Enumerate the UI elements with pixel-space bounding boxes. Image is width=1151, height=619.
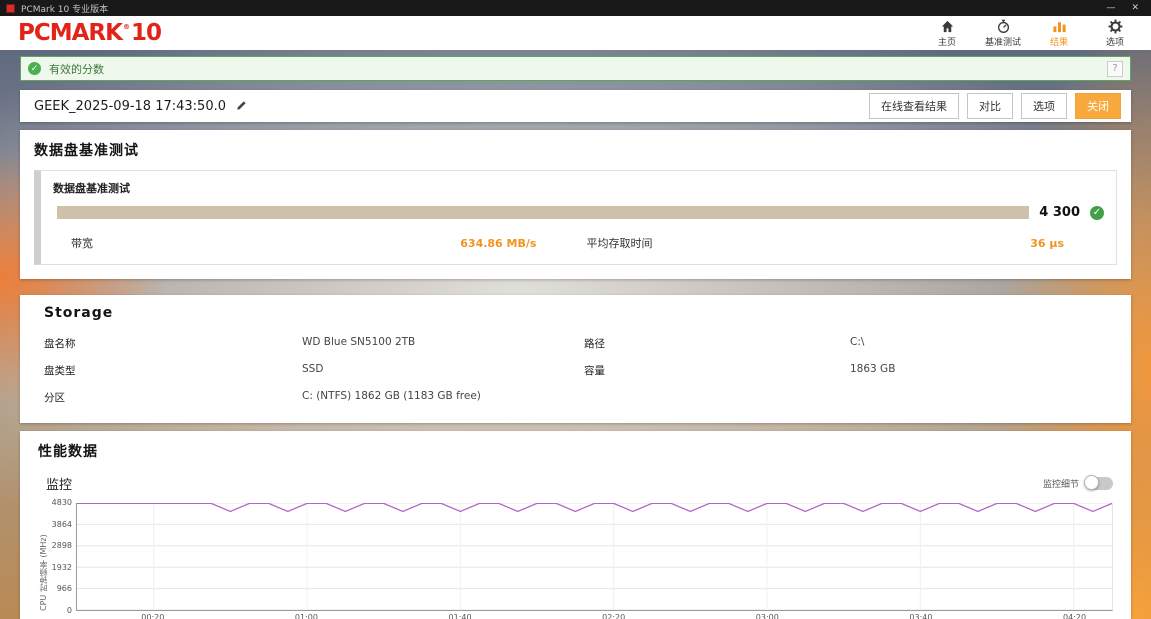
storage-row: 盘类型 SSD 容量 1863 GB	[44, 357, 1107, 384]
y-tick-label: 0	[66, 606, 72, 615]
view-online-button[interactable]: 在线查看结果	[869, 93, 959, 119]
capacity-label: 容量	[584, 365, 605, 377]
score-bar-fill	[57, 206, 1030, 219]
logo-number: 10	[130, 19, 162, 46]
valid-score-text: 有效的分数	[49, 62, 104, 76]
storage-row: 分区 C: (NTFS) 1862 GB (1183 GB free)	[44, 384, 1107, 411]
check-circle-icon: ✓	[28, 62, 41, 75]
nav-benchmarks-label: 基准测试	[984, 37, 1021, 48]
stopwatch-icon	[997, 19, 1009, 33]
x-tick-label: 01:40	[448, 613, 472, 619]
y-tick-label: 1932	[51, 562, 72, 572]
storage-section-title: Storage	[44, 305, 114, 321]
partition-value: C: (NTFS) 1862 GB (1183 GB free)	[302, 390, 481, 402]
registered-mark: ®	[122, 22, 130, 31]
x-tick-label: 00:20	[141, 613, 165, 619]
x-tick-label: 04:20	[1063, 613, 1087, 619]
monitor-detail-label: 监控细节	[1042, 480, 1079, 490]
benchmark-section: 数据盘基准测试 数据盘基准测试 4 300 ✓ 带宽 634.86 MB/s 平…	[20, 130, 1131, 279]
app-icon	[6, 3, 15, 13]
drive-name-value: WD Blue SN5100 2TB	[302, 336, 416, 348]
y-tick-label: 966	[56, 584, 72, 594]
drive-type-label: 盘类型	[44, 365, 76, 377]
window-titlebar: PCMark 10 专业版本 — ✕	[0, 0, 1151, 16]
partition-label: 分区	[44, 392, 65, 404]
path-value: C:\	[850, 336, 865, 348]
performance-section: 性能数据 监控 监控细节 CPU 时钟频率 (MHz) 4830 3864 2898…	[20, 431, 1131, 619]
monitor-chart: CPU 时钟频率 (MHz) 4830 3864 2898 1932 966 0 00:2…	[38, 499, 1113, 619]
benchmark-card-title: 数据盘基准测试	[53, 182, 130, 195]
path-label: 路径	[584, 338, 605, 350]
y-axis-labels: 4830 3864 2898 1932 966 0	[49, 499, 76, 615]
performance-section-title: 性能数据	[38, 444, 98, 460]
main-nav: 主页 基准测试 结果 选项	[927, 19, 1135, 48]
drive-name-label: 盘名称	[44, 338, 76, 350]
window-title: PCMark 10 专业版本	[21, 4, 109, 15]
options-button[interactable]: 选项	[1021, 93, 1067, 119]
monitor-detail-toggle[interactable]	[1084, 475, 1113, 490]
score-value: 4 300	[1039, 205, 1080, 220]
benchmark-result-card: 数据盘基准测试 4 300 ✓ 带宽 634.86 MB/s 平均存取时间 36…	[34, 170, 1117, 265]
monitor-title: 监控	[46, 478, 73, 493]
x-tick-label: 03:00	[755, 613, 779, 619]
metric-bandwidth-label: 带宽	[71, 237, 93, 250]
y-axis-title: CPU 时钟频率 (MHz)	[39, 534, 48, 611]
nav-options-label: 选项	[1105, 37, 1124, 48]
home-icon	[941, 20, 953, 32]
edit-title-button[interactable]	[235, 100, 247, 112]
x-tick-label: 02:20	[602, 613, 626, 619]
app-header: PCMARK ® 10 主页 基准测试 结果 选项	[0, 16, 1151, 50]
nav-benchmarks[interactable]: 基准测试	[983, 19, 1023, 48]
score-valid-icon: ✓	[1090, 205, 1104, 220]
logo-text: PCMARK	[18, 19, 123, 46]
close-result-button[interactable]: 关闭	[1075, 93, 1121, 119]
gear-icon	[1108, 19, 1122, 33]
help-button[interactable]: ?	[1107, 60, 1123, 77]
pencil-icon	[237, 101, 246, 110]
toggle-knob	[1084, 475, 1099, 490]
nav-results[interactable]: 结果	[1039, 19, 1079, 48]
page-content: ✓ 有效的分数 ? GEEK_2025-09-18 17:43:50.0 在线查…	[0, 50, 1151, 619]
compare-button[interactable]: 对比	[967, 93, 1013, 119]
storage-details: 盘名称 WD Blue SN5100 2TB 路径 C:\ 盘类型 SSD 容量…	[44, 330, 1107, 411]
x-tick-label: 03:40	[909, 613, 933, 619]
valid-score-banner: ✓ 有效的分数 ?	[20, 56, 1131, 81]
nav-options[interactable]: 选项	[1095, 19, 1135, 48]
result-header: GEEK_2025-09-18 17:43:50.0 在线查看结果 对比 选项 …	[20, 90, 1131, 122]
storage-row: 盘名称 WD Blue SN5100 2TB 路径 C:\	[44, 330, 1107, 357]
nav-home-label: 主页	[937, 37, 956, 48]
chart-plot-area	[76, 503, 1113, 611]
nav-home[interactable]: 主页	[927, 19, 967, 48]
metric-bandwidth-value: 634.86 MB/s	[460, 236, 537, 250]
y-tick-label: 3864	[51, 519, 72, 529]
y-tick-label: 4830	[51, 498, 72, 507]
storage-section: Storage 盘名称 WD Blue SN5100 2TB 路径 C:\ 盘类…	[20, 295, 1131, 423]
y-tick-label: 2898	[51, 541, 72, 551]
benchmark-section-title: 数据盘基准测试	[34, 143, 139, 159]
result-title: GEEK_2025-09-18 17:43:50.0	[34, 98, 226, 114]
drive-type-value: SSD	[302, 363, 324, 375]
close-window-button[interactable]: ✕	[1131, 3, 1139, 13]
x-tick-label: 01:00	[294, 613, 318, 619]
score-bar	[57, 206, 1030, 219]
capacity-value: 1863 GB	[850, 363, 896, 375]
x-axis-labels: 00:20 01:00 01:40 02:20 03:00 03:40 04:20	[76, 613, 1113, 619]
monitor-chart-svg	[77, 503, 1112, 610]
pcmark-logo: PCMARK ® 10	[18, 19, 162, 46]
metric-access-time-value: 36 µs	[1030, 236, 1064, 250]
metric-access-time-label: 平均存取时间	[586, 237, 653, 250]
minimize-button[interactable]: —	[1106, 3, 1115, 13]
nav-results-label: 结果	[1049, 37, 1068, 48]
bar-chart-icon	[1052, 21, 1066, 32]
